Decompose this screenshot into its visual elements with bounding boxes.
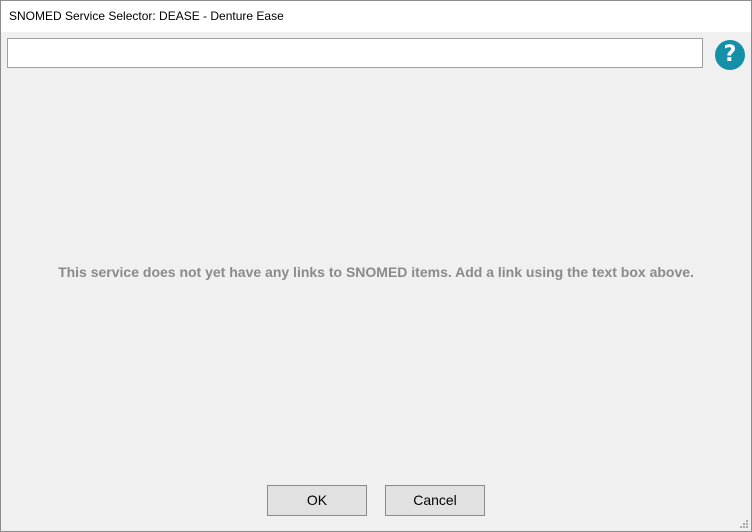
window-title: SNOMED Service Selector: DEASE - Denture… (9, 9, 284, 23)
resize-grip-icon[interactable] (737, 517, 749, 529)
dialog-window: SNOMED Service Selector: DEASE - Denture… (0, 0, 752, 532)
cancel-button[interactable]: Cancel (385, 485, 485, 516)
help-button[interactable]: ? (715, 40, 745, 70)
empty-state-message: This service does not yet have any links… (58, 264, 694, 280)
title-bar[interactable]: SNOMED Service Selector: DEASE - Denture… (1, 1, 751, 32)
snomed-search-input[interactable] (7, 38, 703, 68)
question-mark-icon: ? (723, 42, 737, 67)
ok-button[interactable]: OK (267, 485, 367, 516)
